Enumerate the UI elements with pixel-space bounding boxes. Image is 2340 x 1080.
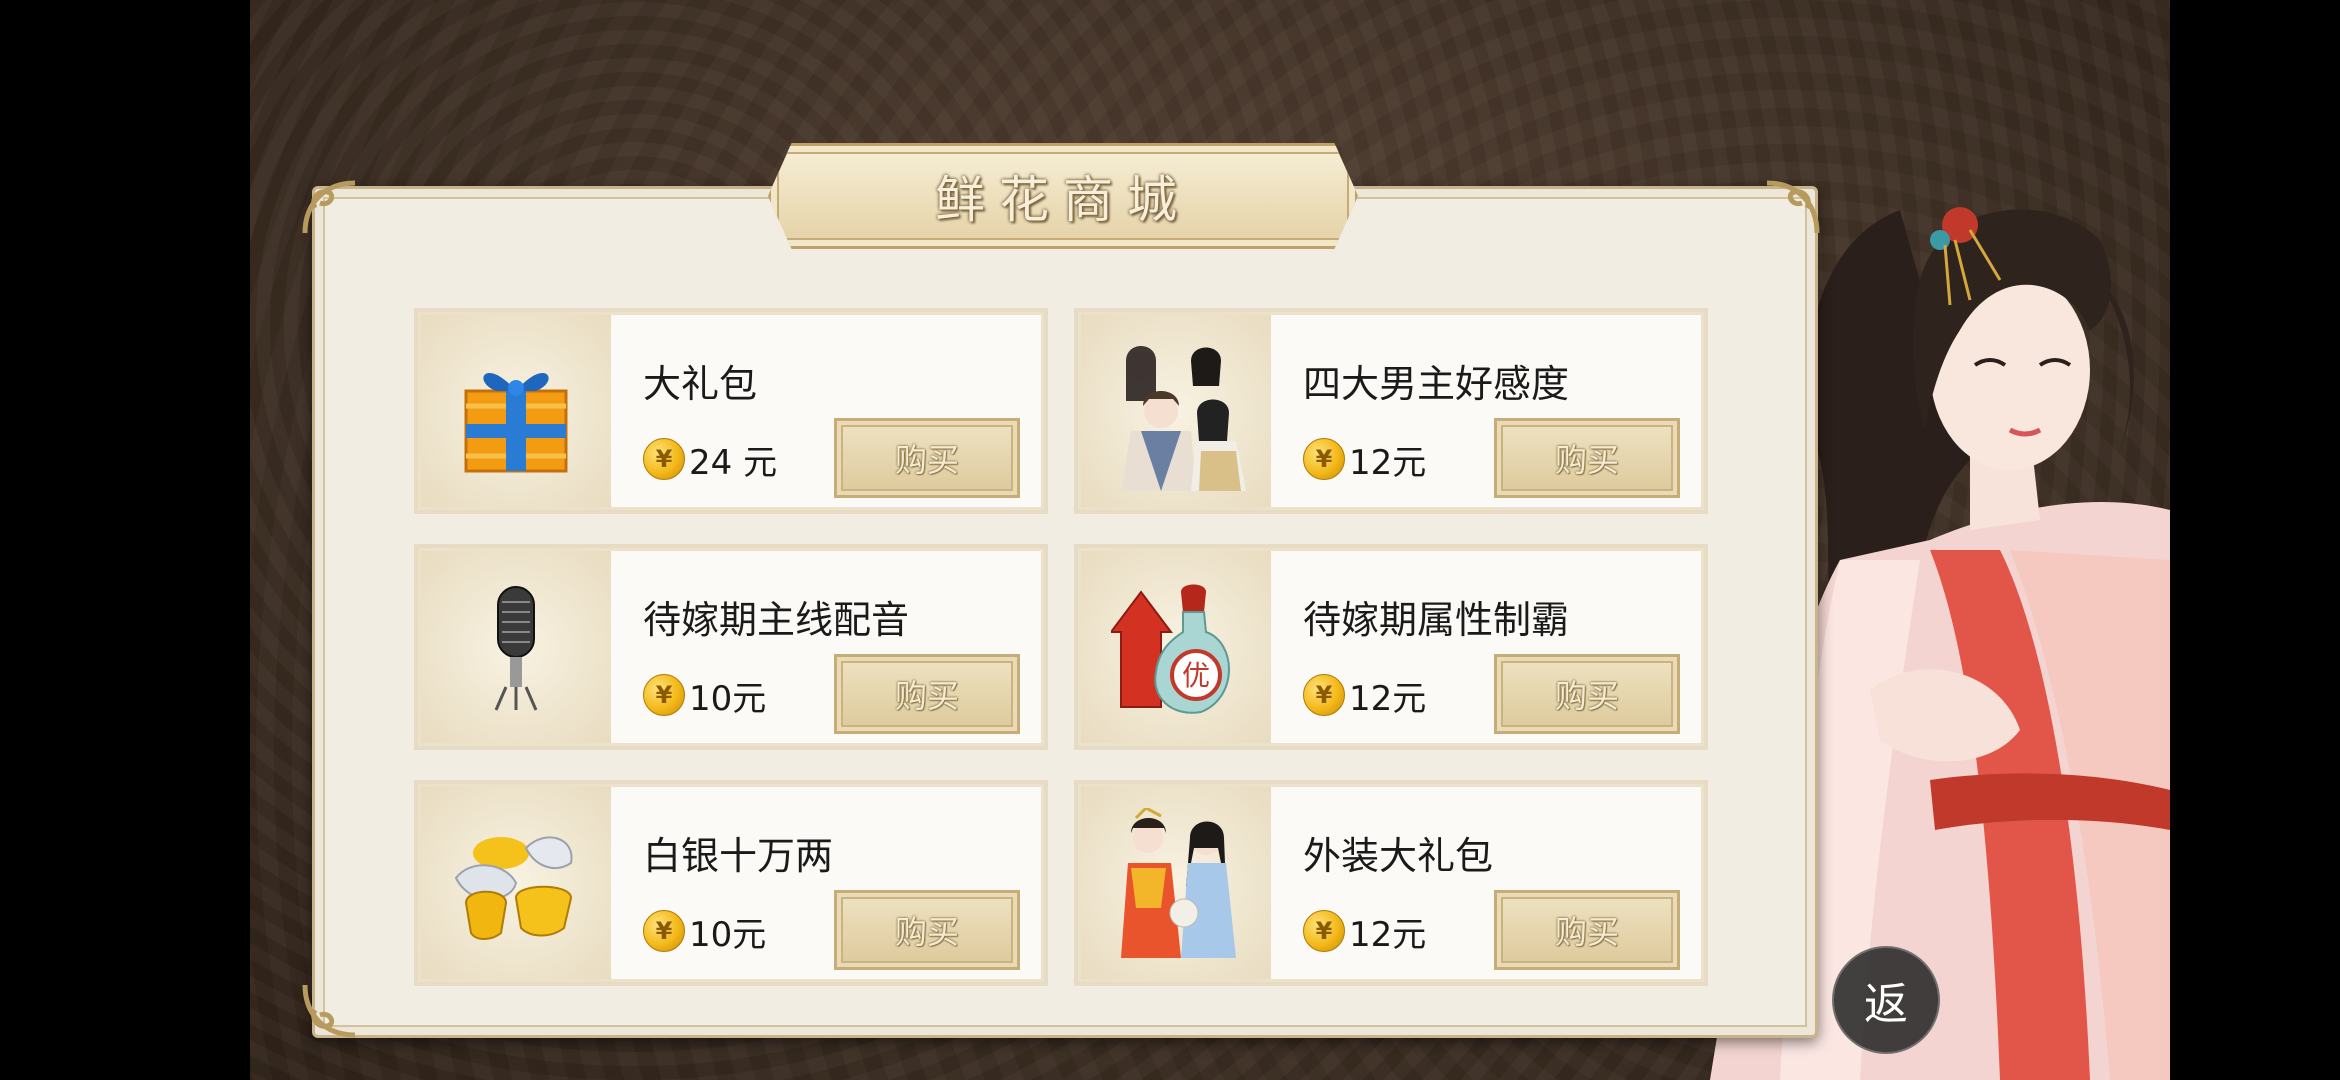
buy-button[interactable]: 购买 (834, 890, 1020, 970)
price-text: 10元 (689, 678, 767, 719)
item-name: 白银十万两 (643, 834, 834, 878)
item-name: 四大男主好感度 (1303, 362, 1570, 406)
item-name: 待嫁期属性制霸 (1303, 598, 1570, 642)
four-heroes-portrait (1081, 315, 1271, 507)
item-price: ¥ 24 元 (643, 437, 778, 483)
silver-ingot-icon (421, 787, 611, 979)
shop-title-plate: 鲜花商城 (768, 143, 1358, 249)
buy-button[interactable]: 购买 (834, 654, 1020, 734)
item-name: 大礼包 (643, 362, 758, 406)
buy-button[interactable]: 购买 (1494, 654, 1680, 734)
shop-title: 鲜花商城 (935, 171, 1191, 229)
item-price: ¥ 10元 (643, 909, 767, 955)
back-button[interactable]: 返 (1832, 946, 1940, 1054)
corner-ornament-icon (300, 980, 360, 1040)
price-text: 12元 (1349, 442, 1427, 483)
price-text: 10元 (689, 914, 767, 955)
item-price: ¥ 12元 (1303, 437, 1427, 483)
buy-button[interactable]: 购买 (1494, 418, 1680, 498)
item-price: ¥ 10元 (643, 673, 767, 719)
coin-icon: ¥ (643, 674, 685, 716)
coin-icon: ¥ (1303, 674, 1345, 716)
coin-icon: ¥ (643, 438, 685, 480)
game-screen: 鲜花商城 大礼包 ¥ 24 元 购买 四大男主好感度 ¥ 12元 购买 待嫁期主… (250, 0, 2170, 1080)
coin-icon: ¥ (643, 910, 685, 952)
shop-item-card: 待嫁期主线配音 ¥ 10元 购买 (418, 548, 1044, 746)
price-text: 24 元 (689, 442, 778, 483)
shop-item-card: 外装大礼包 ¥ 12元 购买 (1078, 784, 1704, 982)
corner-ornament-icon (1762, 178, 1822, 238)
buy-button[interactable]: 购买 (834, 418, 1020, 498)
price-text: 12元 (1349, 914, 1427, 955)
shop-item-card: 白银十万两 ¥ 10元 购买 (418, 784, 1044, 982)
shop-item-card: 优 待嫁期属性制霸 ¥ 12元 购买 (1078, 548, 1704, 746)
svg-text:优: 优 (1182, 659, 1210, 692)
corner-ornament-icon (300, 178, 360, 238)
item-price: ¥ 12元 (1303, 673, 1427, 719)
coin-icon: ¥ (1303, 910, 1345, 952)
coin-icon: ¥ (1303, 438, 1345, 480)
shop-item-card: 大礼包 ¥ 24 元 购买 (418, 312, 1044, 510)
item-name: 外装大礼包 (1303, 834, 1494, 878)
item-price: ¥ 12元 (1303, 909, 1427, 955)
gift-box-icon (421, 315, 611, 507)
costume-portrait (1081, 787, 1271, 979)
shop-item-card: 四大男主好感度 ¥ 12元 购买 (1078, 312, 1704, 510)
price-text: 12元 (1349, 678, 1427, 719)
microphone-icon (421, 551, 611, 743)
buy-button[interactable]: 购买 (1494, 890, 1680, 970)
potion-bottle-icon: 优 (1081, 551, 1271, 743)
item-name: 待嫁期主线配音 (643, 598, 910, 642)
